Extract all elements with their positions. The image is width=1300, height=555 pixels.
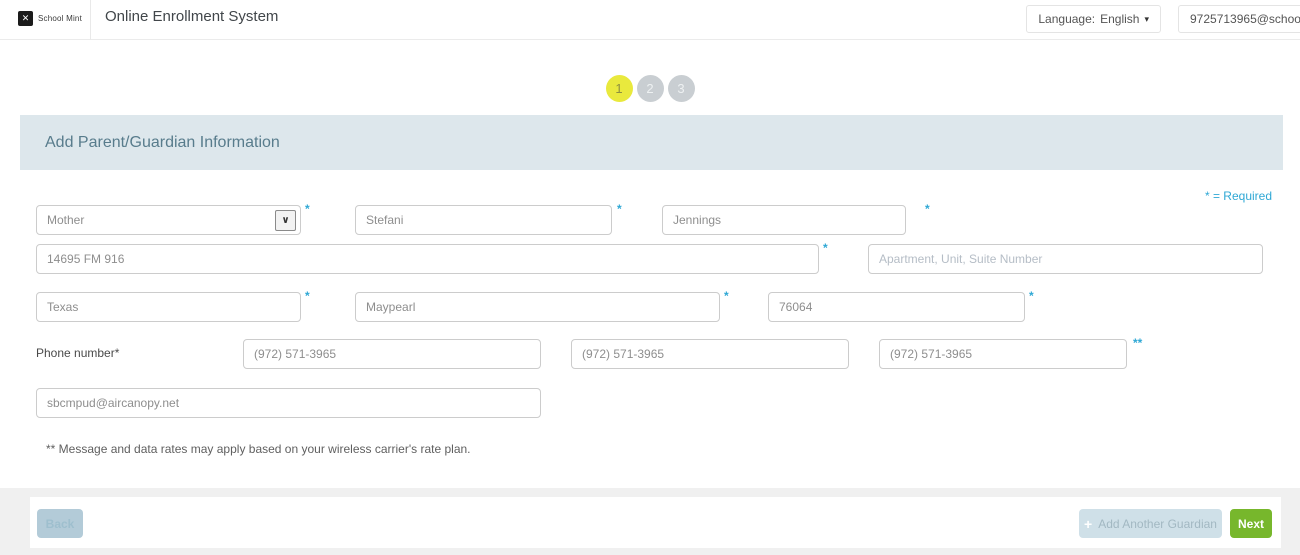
language-value: English <box>1100 12 1140 26</box>
next-button[interactable]: Next <box>1230 509 1272 538</box>
work-phone-input[interactable] <box>571 339 849 369</box>
next-button-label: Next <box>1237 516 1264 531</box>
required-asterisk: * <box>617 202 622 216</box>
required-legend: * = Required <box>1204 189 1272 203</box>
first-name-input[interactable] <box>355 205 612 235</box>
sms-rates-note: ** Message and data rates may apply base… <box>46 442 471 456</box>
schoolmint-logo: ✕ School Mint <box>18 11 82 26</box>
required-asterisk: * <box>724 289 729 303</box>
step-2-indicator: 2 <box>636 75 664 102</box>
language-label: Language: <box>1038 12 1096 26</box>
step-1-indicator: 1 <box>605 75 633 102</box>
zip-input[interactable] <box>768 292 1025 322</box>
relationship-selected-value: Mother <box>47 213 85 227</box>
required-asterisk: * <box>823 241 828 255</box>
double-required-asterisk: ** <box>1133 336 1143 350</box>
back-button-label: Back <box>45 516 75 531</box>
language-dropdown-button[interactable]: Language: English ▾ <box>1026 5 1161 33</box>
required-asterisk: * <box>305 289 310 303</box>
relationship-select[interactable]: Mother ∨ <box>36 205 301 235</box>
email-input[interactable] <box>36 388 541 418</box>
street-address-input[interactable] <box>36 244 819 274</box>
last-name-input[interactable] <box>662 205 906 235</box>
schoolmint-logo-icon: ✕ <box>18 11 33 26</box>
required-asterisk: * <box>1029 289 1034 303</box>
add-another-guardian-button[interactable]: + Add Another Guardian <box>1079 509 1222 538</box>
state-input[interactable] <box>36 292 301 322</box>
page-title: Online Enrollment System <box>105 8 279 25</box>
address-line2-input[interactable] <box>868 244 1263 274</box>
account-menu-button[interactable]: 9725713965@schoolmint <box>1178 5 1300 33</box>
step-indicator: 1 2 3 <box>0 75 1300 102</box>
plus-icon: + <box>1084 515 1093 532</box>
account-email: 9725713965@schoolmint <box>1190 12 1300 26</box>
mobile-phone-input[interactable] <box>879 339 1127 369</box>
section-title: Add Parent/Guardian Information <box>45 133 280 151</box>
required-asterisk: * <box>305 202 310 216</box>
city-input[interactable] <box>355 292 720 322</box>
phone-number-label: Phone number* <box>36 346 120 360</box>
home-phone-input[interactable] <box>243 339 541 369</box>
chevron-down-icon: ▾ <box>1144 13 1149 24</box>
schoolmint-logo-text: School Mint <box>38 14 82 23</box>
required-asterisk: * <box>925 202 930 216</box>
step-3-indicator: 3 <box>667 75 695 102</box>
section-banner: Add Parent/Guardian Information <box>20 115 1283 170</box>
back-button[interactable]: Back <box>37 509 83 538</box>
add-another-guardian-label: Add Another Guardian <box>1098 516 1217 531</box>
dropdown-chevron-icon: ∨ <box>275 209 296 231</box>
topbar-divider <box>90 0 91 40</box>
top-bar: ✕ School Mint Online Enrollment System L… <box>0 0 1300 40</box>
